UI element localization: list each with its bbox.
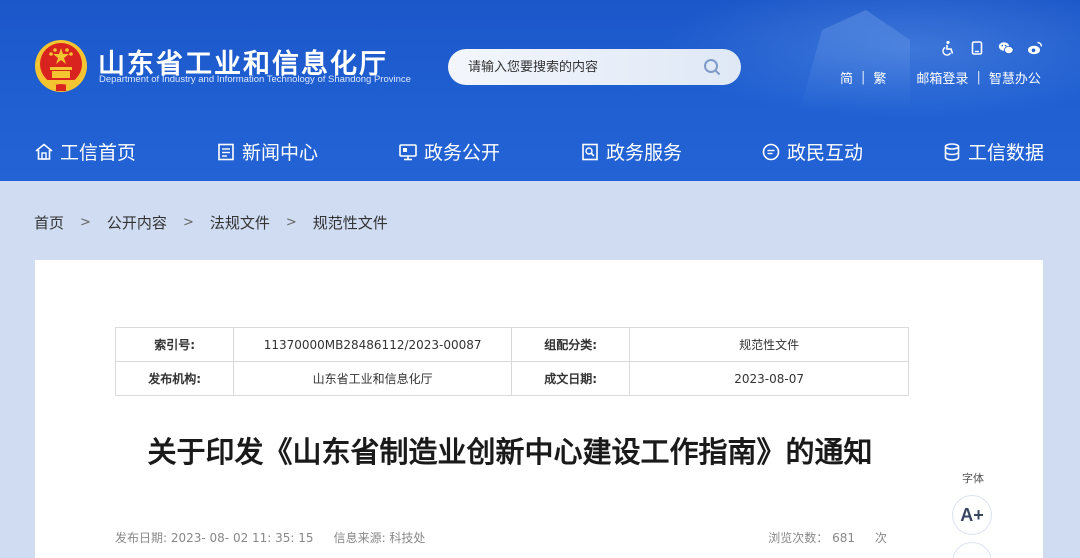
document-meta-table: 索引号: 11370000MB28486112/2023-00087 组配分类:… [114, 327, 909, 396]
monitor-icon [399, 143, 417, 160]
database-icon [944, 142, 960, 161]
date-label: 成文日期: [510, 361, 631, 396]
breadcrumb-home[interactable]: 首页 [34, 212, 64, 233]
news-icon [218, 143, 234, 160]
traditional-chinese-link[interactable]: 繁 [873, 68, 886, 87]
site-subtitle: Department of Industry and Information T… [99, 74, 411, 85]
nav-label: 工信首页 [60, 142, 137, 164]
document-info-bar: 发布日期: 2023- 08- 02 11: 35: 15 信息来源: 科技处 … [115, 529, 887, 546]
nav-item-interaction[interactable]: 政民互动 [761, 138, 863, 165]
category-label: 组配分类: [510, 327, 631, 362]
breadcrumb-separator: > [285, 215, 297, 230]
table-row: 发布机构: 山东省工业和信息化厅 成文日期: 2023-08-07 [114, 361, 909, 396]
mail-login-link[interactable]: 邮箱登录 [916, 68, 968, 87]
nav-label: 工信数据 [968, 142, 1045, 164]
national-emblem-icon[interactable] [34, 37, 88, 95]
nav-label: 政务公开 [424, 142, 501, 164]
top-links: 简 | 繁 邮箱登录 | 智慧办公 [840, 68, 1041, 87]
wechat-icon[interactable] [998, 40, 1014, 56]
nav-item-home[interactable]: 工信首页 [34, 138, 136, 165]
view-count: 浏览次数： 681 [768, 531, 855, 545]
nav-item-services[interactable]: 政务服务 [580, 138, 682, 165]
publisher-value: 山东省工业和信息化厅 [233, 361, 512, 396]
nav-label: 新闻中心 [242, 142, 319, 164]
index-value: 11370000MB28486112/2023-00087 [233, 327, 512, 362]
breadcrumb-separator: > [80, 215, 91, 230]
mobile-icon[interactable] [969, 40, 985, 56]
publish-date: 发布日期: 2023- 08- 02 11: 35: 15 [115, 531, 314, 545]
breadcrumb-normative-docs[interactable]: 规范性文件 [313, 212, 388, 233]
service-icon [582, 143, 598, 160]
search-icon[interactable] [703, 58, 721, 76]
weibo-icon[interactable] [1027, 40, 1043, 56]
font-increase-button[interactable]: A+ [952, 495, 992, 535]
breadcrumb-regulations[interactable]: 法规文件 [210, 212, 270, 233]
breadcrumb-separator: > [182, 215, 194, 230]
table-row: 索引号: 11370000MB28486112/2023-00087 组配分类:… [114, 327, 909, 362]
font-increase-icon: A+ [960, 504, 984, 525]
category-value: 规范性文件 [629, 327, 909, 362]
search-box [448, 49, 741, 85]
nav-item-data[interactable]: 工信数据 [942, 138, 1044, 165]
nav-item-news[interactable]: 新闻中心 [216, 138, 318, 165]
accessibility-icon[interactable] [940, 40, 956, 56]
nav-label: 政民互动 [787, 142, 864, 164]
smart-office-link[interactable]: 智慧办公 [989, 68, 1041, 87]
chat-icon [762, 143, 780, 160]
date-value: 2023-08-07 [629, 361, 909, 396]
nav-item-public-affairs[interactable]: 政务公开 [398, 138, 500, 165]
search-input[interactable] [468, 59, 698, 75]
breadcrumb-public-content[interactable]: 公开内容 [107, 212, 167, 233]
info-source: 信息来源: 科技处 [333, 531, 426, 545]
view-count-unit: 次 [874, 531, 887, 545]
article-panel: 索引号: 11370000MB28486112/2023-00087 组配分类:… [35, 260, 1043, 558]
top-icon-bar [940, 40, 1043, 56]
index-label: 索引号: [114, 327, 235, 362]
nav-label: 政务服务 [606, 142, 683, 164]
link-separator: | [861, 70, 866, 85]
breadcrumb: 首页 > 公开内容 > 法规文件 > 规范性文件 [34, 212, 388, 233]
link-separator: | [976, 70, 981, 85]
document-title: 关于印发《山东省制造业创新中心建设工作指南》的通知 [147, 435, 873, 469]
simplified-chinese-link[interactable]: 简 [840, 68, 853, 87]
publisher-label: 发布机构: [114, 361, 235, 396]
home-icon [35, 142, 53, 160]
font-size-label: 字体 [962, 472, 984, 485]
main-nav: 工信首页 新闻中心 政务公开 政务服务 政民互动 工信数据 [0, 130, 1080, 172]
site-header: 山东省工业和信息化厅 Department of Industry and In… [0, 0, 1080, 181]
